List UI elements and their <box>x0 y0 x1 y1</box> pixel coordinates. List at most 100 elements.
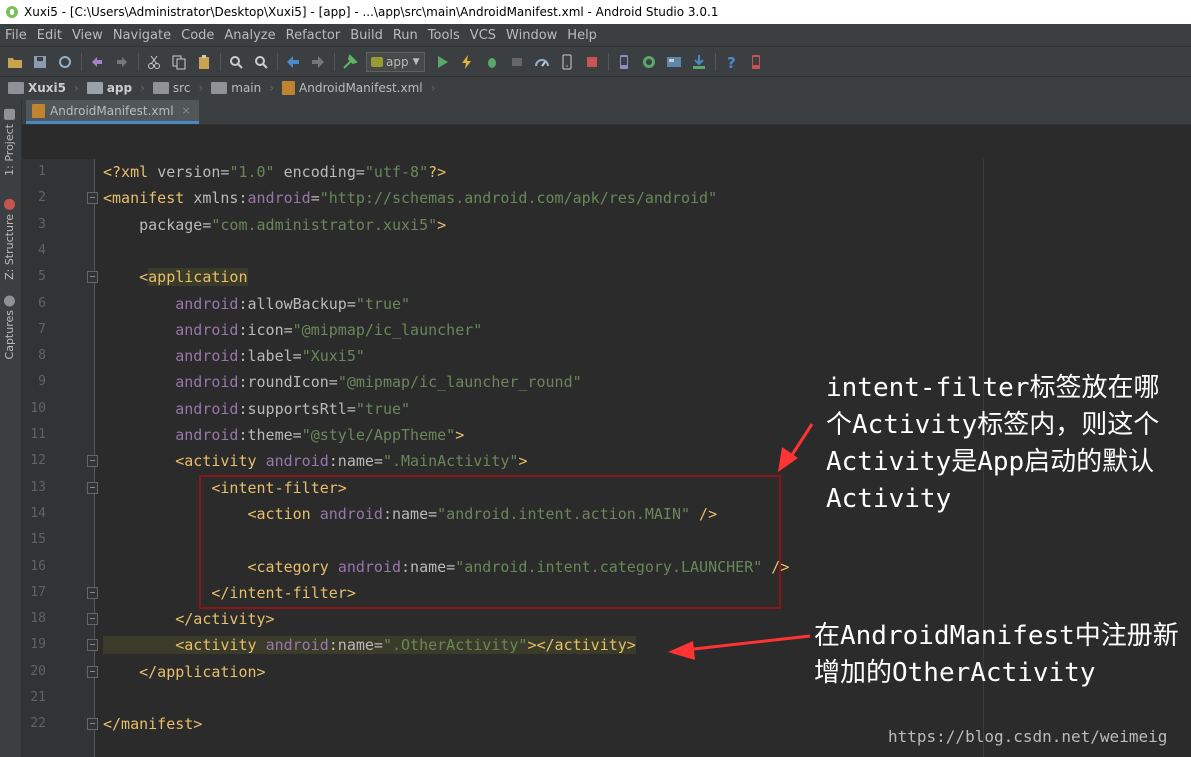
help-icon[interactable]: ? <box>722 53 740 71</box>
device-monitor-icon[interactable] <box>747 53 765 71</box>
fold-marker-icon[interactable] <box>87 586 98 599</box>
menu-item-file[interactable]: File <box>4 28 28 43</box>
breadcrumb-item-module[interactable]: app <box>86 81 132 95</box>
device-icon[interactable] <box>558 53 576 71</box>
avd-icon[interactable] <box>615 53 633 71</box>
annotation-intent-filter: intent-filter标签放在哪 个Activity标签内，则这个 Acti… <box>826 373 1160 514</box>
toolbar-separator <box>607 52 609 71</box>
tool-tab-project[interactable]: 1: Project <box>3 109 16 176</box>
fold-marker-icon[interactable] <box>87 192 98 205</box>
line-number: 3 <box>38 216 46 232</box>
code-token: :supportsRtl= <box>238 399 356 418</box>
code-line[interactable]: </manifest> <box>103 711 202 737</box>
code-token: <manifest <box>103 189 194 208</box>
code-line[interactable]: android:icon="@mipmap/ic_launcher" <box>103 317 482 343</box>
breadcrumb-item-project[interactable]: Xuxi5 <box>8 81 66 95</box>
run-configuration-dropdown[interactable]: app ▼ <box>366 51 425 72</box>
xml-file-icon <box>282 81 296 95</box>
breadcrumb-item-src[interactable]: src <box>152 81 190 95</box>
gradle-sync-icon[interactable] <box>640 53 658 71</box>
apply-changes-icon[interactable] <box>458 53 476 71</box>
debug-icon[interactable] <box>483 53 501 71</box>
code-token: android <box>265 636 329 655</box>
menu-item-window[interactable]: Window <box>505 28 558 43</box>
save-icon[interactable] <box>31 53 49 71</box>
undo-icon[interactable] <box>88 53 106 71</box>
code-line[interactable]: <activity android:name=".MainActivity"> <box>103 448 527 474</box>
code-token: "com.administrator.xuxi5" <box>211 215 438 234</box>
android-module-icon <box>371 56 383 67</box>
line-number: 17 <box>30 584 46 600</box>
tab-androidmanifest[interactable]: AndroidManifest.xml × <box>26 100 199 124</box>
chevron-down-icon: ▼ <box>412 56 420 67</box>
code-token: "true" <box>355 294 411 313</box>
project-structure-icon[interactable] <box>665 53 683 71</box>
breadcrumb-item-file[interactable]: AndroidManifest.xml <box>282 81 423 95</box>
code-token: xmlns: <box>193 189 248 208</box>
code-line[interactable]: </application> <box>103 659 265 685</box>
attach-icon[interactable] <box>508 53 526 71</box>
code-line[interactable]: android:theme="@style/AppTheme"> <box>103 422 464 448</box>
line-number: 7 <box>38 321 46 337</box>
code-token: :label= <box>238 347 302 366</box>
find-icon[interactable] <box>227 53 245 71</box>
line-number: 22 <box>30 716 46 732</box>
tool-tab-structure[interactable]: Z: Structure <box>3 199 16 280</box>
tool-tab-captures[interactable]: Captures <box>3 295 16 359</box>
menu-item-vcs[interactable]: VCS <box>469 28 497 43</box>
menu-item-edit[interactable]: Edit <box>36 28 63 43</box>
open-icon[interactable] <box>6 53 24 71</box>
menu-item-run[interactable]: Run <box>392 28 419 43</box>
code-line[interactable]: <application <box>103 264 248 290</box>
copy-icon[interactable] <box>170 53 188 71</box>
forward-icon[interactable] <box>309 53 327 71</box>
redo-icon[interactable] <box>113 53 131 71</box>
toolbar: app ▼ ? <box>0 46 1191 76</box>
sync-icon[interactable] <box>56 53 74 71</box>
menu-bar: File Edit View Navigate Code Analyze Refactor B… <box>0 24 1191 46</box>
sdk-manager-icon[interactable] <box>690 53 708 71</box>
toolbar-separator <box>220 52 221 71</box>
code-token: :allowBackup= <box>238 294 356 313</box>
code-line[interactable]: android:supportsRtl="true" <box>103 396 410 422</box>
menu-item-analyze[interactable]: Analyze <box>223 28 276 43</box>
menu-item-help[interactable]: Help <box>566 28 598 43</box>
fold-marker-icon[interactable] <box>87 665 98 678</box>
fold-marker-icon[interactable] <box>87 455 98 468</box>
menu-item-navigate[interactable]: Navigate <box>112 28 172 43</box>
code-line[interactable]: </activity> <box>103 606 274 632</box>
code-line[interactable]: <manifest xmlns:android="http://schemas.… <box>103 185 717 211</box>
code-line[interactable]: <?xml version="1.0" encoding="utf-8"?> <box>103 159 446 185</box>
replace-icon[interactable] <box>252 53 270 71</box>
build-icon[interactable] <box>341 53 359 71</box>
menu-item-tools[interactable]: Tools <box>427 28 461 43</box>
code-line[interactable]: package="com.administrator.xuxi5"> <box>103 212 446 238</box>
fold-marker-icon[interactable] <box>87 613 98 626</box>
menu-item-build[interactable]: Build <box>349 28 384 43</box>
code-line[interactable]: <activity android:name=".OtherActivity">… <box>103 632 636 658</box>
code-line[interactable]: android:roundIcon="@mipmap/ic_launcher_r… <box>103 369 581 395</box>
line-number: 12 <box>30 453 46 469</box>
close-icon[interactable]: × <box>182 104 191 117</box>
breadcrumb-item-main[interactable]: main <box>211 81 261 95</box>
profile-icon[interactable] <box>533 53 551 71</box>
menu-item-refactor[interactable]: Refactor <box>285 28 342 43</box>
run-icon[interactable] <box>433 53 451 71</box>
code-token: "http://schemas.android.com/apk/res/andr… <box>319 189 718 208</box>
code-line[interactable]: android:allowBackup="true" <box>103 291 410 317</box>
fold-marker-icon[interactable] <box>87 639 98 652</box>
fold-marker-icon[interactable] <box>87 271 98 284</box>
arrow-to-intent-filter <box>788 423 814 459</box>
code-token: android <box>265 452 329 471</box>
paste-icon[interactable] <box>195 53 213 71</box>
fold-marker-icon[interactable] <box>87 718 98 731</box>
menu-item-code[interactable]: Code <box>180 28 215 43</box>
cut-icon[interactable] <box>145 53 163 71</box>
fold-marker-icon[interactable] <box>87 481 98 494</box>
back-icon[interactable] <box>284 53 302 71</box>
code-line[interactable]: android:label="Xuxi5" <box>103 343 365 369</box>
stop-icon[interactable] <box>583 53 601 71</box>
code-token: ".MainActivity" <box>382 452 519 471</box>
menu-item-view[interactable]: View <box>71 28 104 43</box>
toolbar-separator <box>277 52 278 71</box>
